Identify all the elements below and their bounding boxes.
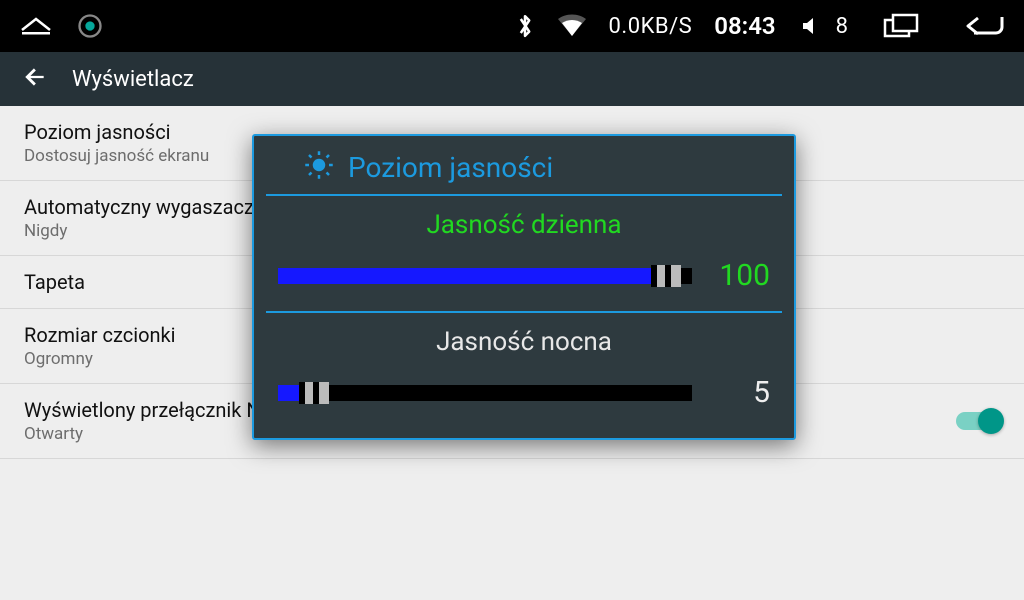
bluetooth-icon (515, 12, 535, 40)
data-rate: 0.0KB/S (609, 14, 693, 39)
night-brightness-value: 5 (712, 375, 770, 410)
clock: 08:43 (714, 12, 775, 40)
day-brightness-row: 100 (266, 240, 782, 313)
page-title: Wyświetlacz (72, 67, 194, 92)
back-icon[interactable] (962, 11, 1006, 41)
day-brightness-slider[interactable] (278, 268, 692, 284)
volume-icon[interactable] (798, 14, 824, 38)
volume-level: 8 (836, 14, 848, 39)
brightness-dialog: Poziom jasności Jasność dzienna 100 Jasn… (252, 134, 796, 440)
action-bar: Wyświetlacz (0, 52, 1024, 106)
day-brightness-label: Jasność dzienna (254, 210, 794, 240)
back-arrow-icon[interactable] (22, 64, 48, 94)
night-brightness-label: Jasność nocna (254, 327, 794, 357)
status-bar: 0.0KB/S 08:43 8 (0, 0, 1024, 52)
day-brightness-value: 100 (712, 258, 770, 293)
brightness-icon (304, 150, 334, 184)
dialog-header: Poziom jasności (266, 136, 782, 196)
night-brightness-row: 5 (254, 357, 794, 416)
wifi-icon (557, 14, 587, 38)
net-switch-toggle[interactable] (956, 412, 1000, 430)
home-icon[interactable] (18, 14, 54, 38)
recents-icon[interactable] (882, 12, 922, 40)
settings-gear-icon[interactable] (76, 12, 104, 40)
night-brightness-slider[interactable] (278, 385, 692, 401)
dialog-title: Poziom jasności (348, 151, 553, 184)
